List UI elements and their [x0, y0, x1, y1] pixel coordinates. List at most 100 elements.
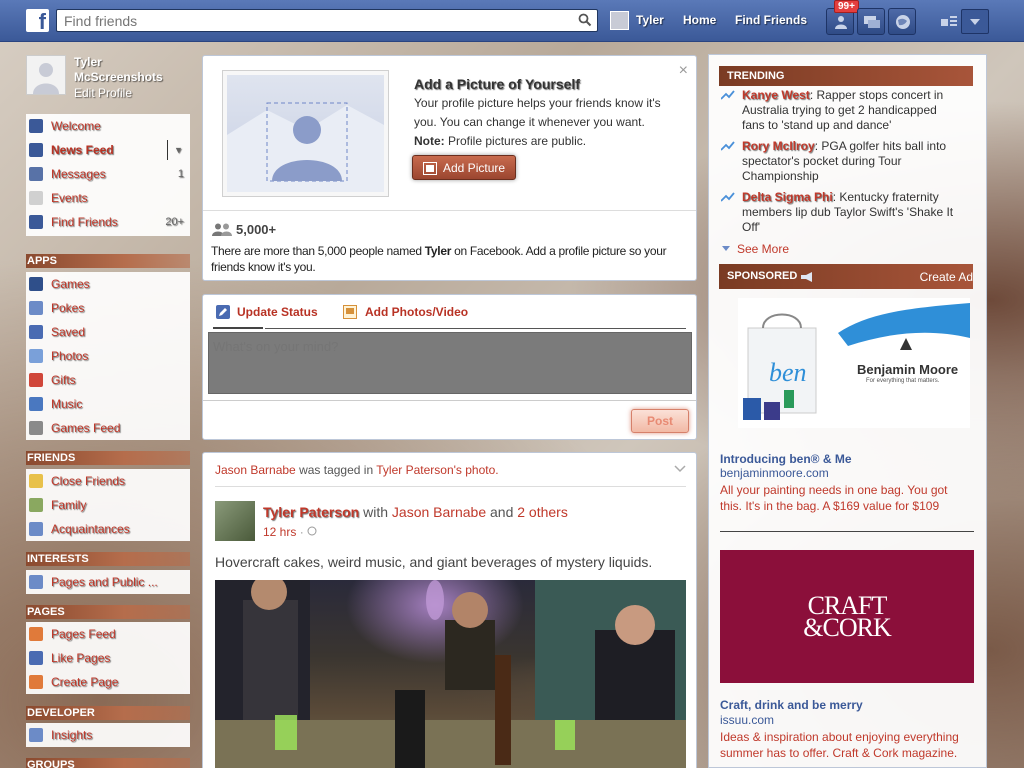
close-icon[interactable]: × — [679, 62, 688, 80]
photos-icon — [29, 349, 43, 363]
sidebar-item-welcome[interactable]: Welcome — [26, 114, 190, 138]
tagged-friend-link[interactable]: Jason Barnabe — [392, 504, 486, 520]
trending-item[interactable]: Kanye West: Rapper stops concert in Aust… — [721, 88, 961, 133]
sidebar-item-pokes[interactable]: Pokes — [26, 296, 190, 320]
trending-item[interactable]: Rory McIlroy: PGA golfer hits ball into … — [721, 139, 961, 184]
sidebar-item-events[interactable]: Events — [26, 186, 190, 210]
like-icon — [29, 651, 43, 665]
sidebar-item-pages-feed[interactable]: Pages Feed — [26, 622, 190, 646]
search-box[interactable] — [56, 9, 598, 32]
story-photo[interactable] — [215, 580, 686, 768]
sidebar-item-news-feed[interactable]: News Feed ▼ — [26, 138, 190, 162]
create-ad-link[interactable]: Create Ad — [920, 270, 973, 284]
sidebar-item-music[interactable]: Music — [26, 392, 190, 416]
tab-add-photos-video[interactable]: Add Photos/Video — [365, 305, 468, 319]
sidebar-item-games-feed[interactable]: Games Feed — [26, 416, 190, 440]
trending-topic-name[interactable]: Kanye West — [742, 88, 810, 102]
chevron-down-icon[interactable]: ▼ — [174, 138, 183, 162]
sponsored-header: SPONSORED Create Ad — [719, 264, 973, 289]
sidebar-item-insights[interactable]: Insights — [26, 723, 190, 747]
story-text: Hovercraft cakes, weird music, and giant… — [215, 554, 653, 570]
sidebar-item-label: Pokes — [51, 301, 85, 315]
tab-update-status[interactable]: Update Status — [237, 305, 318, 319]
acquaintances-icon — [29, 522, 43, 536]
create-page-icon — [29, 675, 43, 689]
author-name-link[interactable]: Tyler Paterson — [263, 504, 359, 520]
default-avatar-icon — [27, 56, 65, 94]
sidebar-item-family[interactable]: Family — [26, 493, 190, 517]
user-avatar[interactable] — [610, 11, 629, 30]
ad-title-link[interactable]: Craft, drink and be merry — [720, 698, 863, 712]
ad-image-craft-cork[interactable]: CRAFT &CORK — [720, 550, 974, 683]
ad-domain[interactable]: benjaminmoore.com — [720, 466, 829, 480]
sidebar-item-label: Close Friends — [51, 474, 126, 488]
silhouette-icon — [227, 102, 384, 192]
story-header-object[interactable]: Tyler Paterson's photo. — [376, 463, 498, 477]
sidebar-item-label: Insights — [51, 728, 93, 742]
sidebar-item-messages[interactable]: Messages 1 — [26, 162, 190, 186]
sidebar-item-label: Games Feed — [51, 421, 121, 435]
settings-dropdown[interactable] — [961, 9, 989, 34]
sidebar-item-label: News Feed — [51, 143, 114, 157]
others-link[interactable]: 2 others — [517, 504, 568, 520]
chevron-down-icon[interactable] — [674, 465, 686, 473]
ad-brand-name: Benjamin Moore — [857, 362, 959, 377]
megaphone-icon — [801, 272, 812, 282]
public-globe-icon — [307, 526, 317, 536]
sidebar-item-label: Games — [51, 277, 90, 291]
rss-icon — [29, 575, 43, 589]
status-input[interactable] — [208, 332, 692, 394]
sidebar-item-label: Like Pages — [51, 651, 111, 665]
see-more-link[interactable]: See More — [721, 242, 789, 256]
sidebar-item-label: Music — [51, 397, 83, 411]
add-picture-button[interactable]: Add Picture — [412, 155, 517, 180]
events-icon — [29, 191, 43, 205]
story-header-actor[interactable]: Jason Barnabe — [215, 463, 296, 477]
interests-nav: Pages and Public ... — [26, 570, 190, 594]
trending-topic-name[interactable]: Delta Sigma Phi — [742, 190, 833, 204]
trending-topic-name[interactable]: Rory McIlroy — [742, 139, 815, 153]
story-author-line: Tyler Paterson with Jason Barnabe and 2 … — [263, 504, 568, 520]
pencil-icon — [216, 305, 230, 319]
sidebar-item-close-friends[interactable]: Close Friends — [26, 469, 190, 493]
ad-domain[interactable]: issuu.com — [720, 713, 774, 727]
sidebar-item-acquaintances[interactable]: Acquaintances — [26, 517, 190, 541]
profile-picture[interactable] — [26, 55, 66, 95]
sidebar-item-find-friends[interactable]: Find Friends 20+ — [26, 210, 190, 234]
add-picture-description: Your profile picture helps your friends … — [414, 96, 661, 148]
author-avatar[interactable] — [215, 501, 255, 541]
search-icon[interactable] — [578, 13, 592, 27]
trending-item[interactable]: Delta Sigma Phi: Kentucky fraternity mem… — [721, 190, 961, 235]
profile-name[interactable]: Tyler McScreenshots — [74, 55, 184, 85]
chevron-down-icon — [722, 246, 730, 251]
notifications-jewel[interactable] — [888, 8, 916, 35]
people-count: 5,000+ — [236, 222, 277, 237]
sidebar-item-pages-and-public[interactable]: Pages and Public ... — [26, 570, 190, 594]
home-link[interactable]: Home — [683, 13, 716, 27]
sidebar-item-like-pages[interactable]: Like Pages — [26, 646, 190, 670]
sidebar-item-photos[interactable]: Photos — [26, 344, 190, 368]
find-friends-link[interactable]: Find Friends — [735, 13, 807, 27]
sidebar-item-label: Photos — [51, 349, 89, 363]
sidebar-item-games[interactable]: Games — [26, 272, 190, 296]
sidebar-item-saved[interactable]: Saved — [26, 320, 190, 344]
ad-image-benjamin-moore[interactable]: ben Benjamin Moore For everything that m… — [738, 298, 970, 428]
ad-title-link[interactable]: Introducing ben® & Me — [720, 452, 852, 466]
sidebar-item-label: Welcome — [51, 119, 101, 133]
profile-placeholder-frame[interactable] — [222, 70, 389, 197]
search-input[interactable] — [57, 10, 557, 31]
news-feed-story: Jason Barnabe was tagged in Tyler Paters… — [202, 452, 697, 768]
sidebar-item-create-page[interactable]: Create Page — [26, 670, 190, 694]
user-name-link[interactable]: Tyler — [636, 13, 664, 27]
trending-arrow-icon — [721, 90, 735, 100]
facebook-logo-icon[interactable]: f — [26, 9, 49, 34]
edit-profile-link[interactable]: Edit Profile — [74, 86, 132, 100]
privacy-lock-icon[interactable] — [941, 14, 957, 26]
timestamp-link[interactable]: 12 hrs — [263, 525, 296, 539]
messages-jewel[interactable] — [857, 8, 885, 35]
star-icon — [29, 474, 43, 488]
insights-icon — [29, 728, 43, 742]
apps-nav: Games Pokes Saved Photos Gifts Music Games Fee… — [26, 272, 190, 440]
post-button[interactable]: Post — [631, 409, 689, 433]
sidebar-item-gifts[interactable]: Gifts — [26, 368, 190, 392]
